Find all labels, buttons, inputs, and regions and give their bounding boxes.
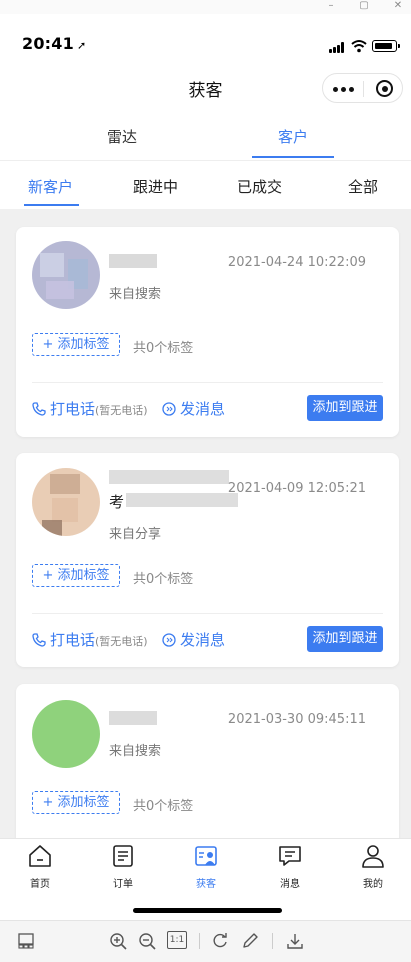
customer-card[interactable]: 2021-04-24 10:22:09 来自搜索 + 添加标签 共0个标签 打电… <box>16 227 399 437</box>
tag-count: 共0个标签 <box>133 572 194 587</box>
layout-icon[interactable] <box>17 932 35 950</box>
subtab-active-indicator <box>24 204 79 206</box>
card-divider <box>32 613 383 614</box>
download-icon[interactable] <box>286 932 304 950</box>
home-indicator <box>133 908 282 913</box>
message-button[interactable]: 发消息 <box>162 629 225 650</box>
tag-count: 共0个标签 <box>133 341 194 356</box>
actual-size-button[interactable]: 1:1 <box>167 931 187 949</box>
capsule-divider <box>363 81 364 97</box>
signal-icon <box>329 42 347 53</box>
zoom-in-icon[interactable] <box>109 932 127 950</box>
profile-icon <box>362 845 384 868</box>
subtab-closed[interactable]: 已成交 <box>237 176 282 197</box>
tab-radar[interactable]: 雷达 <box>107 126 137 147</box>
tabbar-item-home[interactable]: 首页 <box>15 843 65 890</box>
more-icon[interactable] <box>333 82 357 96</box>
phone-icon <box>32 633 46 647</box>
avatar <box>32 241 100 309</box>
subtab-following[interactable]: 跟进中 <box>133 176 178 197</box>
minimize-icon[interactable]: – <box>321 0 341 14</box>
toolbar-divider <box>199 933 200 949</box>
visit-source: 来自搜索 <box>109 287 162 302</box>
edit-icon[interactable] <box>241 932 259 950</box>
nav-bar: 获客 <box>0 66 411 112</box>
top-tabs: 雷达 客户 <box>0 112 411 161</box>
wifi-icon <box>351 40 367 53</box>
customer-name-redacted <box>109 254 157 268</box>
avatar <box>32 700 100 768</box>
call-button[interactable]: 打电话(暂无电话) <box>32 629 148 650</box>
avatar <box>32 468 100 536</box>
order-icon <box>113 845 133 867</box>
customer-name-redacted <box>109 711 157 725</box>
tab-customers[interactable]: 客户 <box>278 126 308 147</box>
chat-icon <box>162 633 176 647</box>
visit-source: 来自分享 <box>109 527 162 542</box>
window-titlebar: – ▢ ✕ <box>0 0 411 14</box>
customer-name: 考 <box>109 493 125 511</box>
tabbar-item-profile[interactable]: 我的 <box>348 843 398 890</box>
message-button[interactable]: 发消息 <box>162 398 225 419</box>
toolbar-divider <box>272 933 273 949</box>
visit-time: 2021-04-24 10:22:09 <box>227 255 366 270</box>
maximize-icon[interactable]: ▢ <box>354 0 374 14</box>
tabbar-item-messages[interactable]: 消息 <box>265 843 315 890</box>
add-tag-button[interactable]: + 添加标签 <box>32 564 120 587</box>
tabbar-item-orders[interactable]: 订单 <box>98 843 148 890</box>
status-bar: 20:41 ➚ <box>0 14 411 66</box>
sub-tabs: 新客户 跟进中 已成交 全部 <box>0 161 411 209</box>
battery-icon <box>372 40 400 52</box>
close-miniprogram-icon[interactable] <box>376 80 393 97</box>
tab-active-indicator <box>252 156 334 158</box>
rotate-icon[interactable] <box>211 932 229 950</box>
close-icon[interactable]: ✕ <box>388 0 408 14</box>
location-icon: ➚ <box>76 39 87 52</box>
home-icon <box>29 845 51 867</box>
visit-time: 2021-04-09 12:05:21 <box>227 481 366 496</box>
add-tag-button[interactable]: + 添加标签 <box>32 333 120 356</box>
call-button[interactable]: 打电话(暂无电话) <box>32 398 148 419</box>
zoom-out-icon[interactable] <box>138 932 156 950</box>
subtab-new[interactable]: 新客户 <box>28 176 73 197</box>
customer-card[interactable]: 考 2021-04-09 12:05:21 来自分享 + 添加标签 共0个标签 … <box>16 453 399 667</box>
customer-name-redacted <box>109 470 229 484</box>
status-time: 20:41 ➚ <box>22 34 87 53</box>
visit-time: 2021-03-30 09:45:11 <box>227 712 366 727</box>
add-to-follow-button[interactable]: 添加到跟进 <box>307 626 383 652</box>
chat-icon <box>162 402 176 416</box>
miniprogram-capsule <box>322 73 403 103</box>
add-to-follow-button[interactable]: 添加到跟进 <box>307 395 383 421</box>
message-icon <box>279 846 301 866</box>
visit-source: 来自搜索 <box>109 744 162 759</box>
customer-card[interactable]: 2021-03-30 09:45:11 来自搜索 + 添加标签 共0个标签 <box>16 684 399 854</box>
add-tag-button[interactable]: + 添加标签 <box>32 791 120 814</box>
tabbar-item-leads[interactable]: 获客 <box>181 843 231 890</box>
app-screen: – ▢ ✕ 20:41 ➚ 获客 雷达 客户 新客户 跟进中 已成交 全部 20… <box>0 0 411 962</box>
phone-icon <box>32 402 46 416</box>
customer-icon <box>195 846 217 866</box>
viewer-toolbar: 1:1 <box>0 920 411 962</box>
card-divider <box>32 382 383 383</box>
subtab-all[interactable]: 全部 <box>348 176 378 197</box>
tag-count: 共0个标签 <box>133 799 194 814</box>
